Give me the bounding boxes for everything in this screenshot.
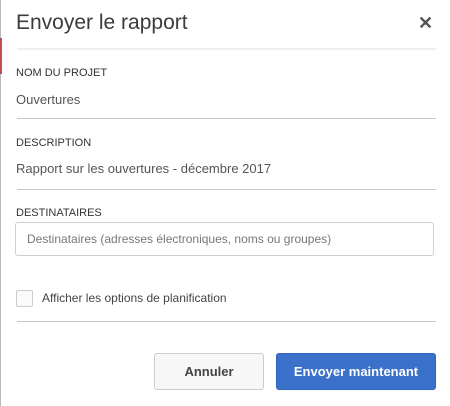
schedule-options-label[interactable]: Afficher les options de planification [42, 291, 227, 305]
description-label: DESCRIPTION [16, 137, 92, 149]
recipients-input[interactable] [15, 222, 434, 256]
background-accent [0, 38, 2, 74]
cancel-button[interactable]: Annuler [154, 353, 264, 390]
divider [17, 321, 436, 322]
schedule-options-checkbox[interactable] [16, 290, 33, 307]
send-now-button[interactable]: Envoyer maintenant [276, 353, 436, 390]
recipients-label: DESTINATAIRES [16, 207, 102, 219]
divider [17, 118, 436, 119]
divider [17, 48, 436, 50]
dialog-title: Envoyer le rapport [16, 11, 188, 34]
description-value: Rapport sur les ouvertures - décembre 20… [16, 161, 272, 176]
project-name-label: NOM DU PROJET [16, 67, 108, 79]
divider [17, 189, 436, 190]
project-name-value: Ouvertures [16, 92, 81, 107]
close-icon[interactable]: ✕ [418, 13, 433, 34]
